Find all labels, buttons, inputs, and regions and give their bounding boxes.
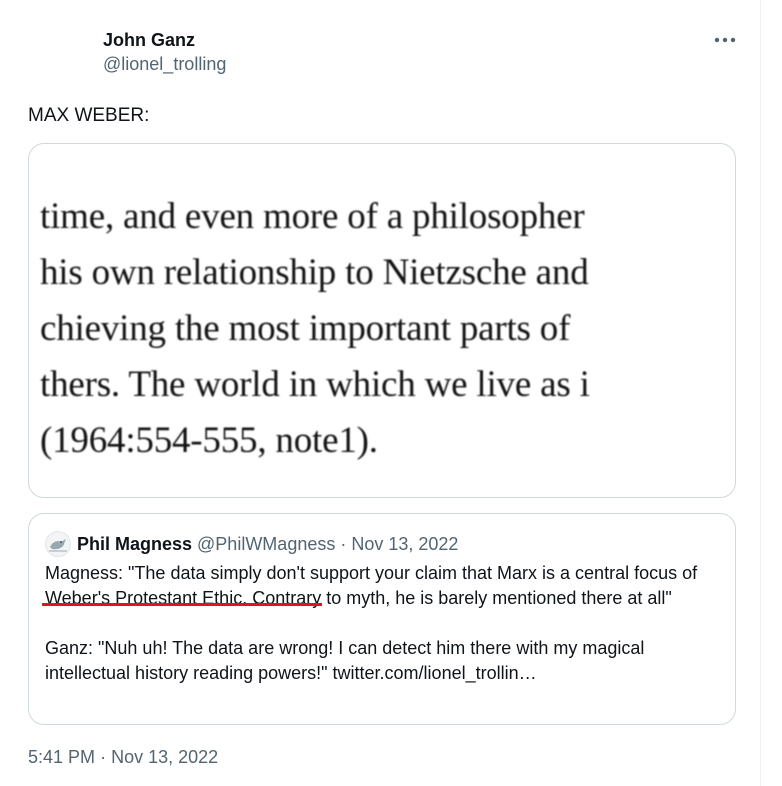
quoted-tweet[interactable]: Phil Magness @PhilWMagness · Nov 13, 202… bbox=[28, 513, 736, 725]
image-text-line: thers. The world in which we live as i bbox=[40, 364, 590, 405]
quoted-author-handle[interactable]: @PhilWMagness bbox=[197, 533, 335, 555]
author-handle[interactable]: @lionel_trolling bbox=[103, 53, 226, 75]
image-text: time, and even more of a philosopher his… bbox=[40, 189, 735, 469]
quoted-paragraph: Ganz: "Nuh uh! The data are wrong! I can… bbox=[45, 638, 645, 683]
tweet-timestamp: 5:41 PM · Nov 13, 2022 bbox=[28, 746, 218, 768]
avatar[interactable] bbox=[45, 531, 71, 557]
quoted-tweet-date[interactable]: Nov 13, 2022 bbox=[351, 533, 458, 555]
image-text-line: time, and even more of a philosopher bbox=[40, 196, 585, 237]
quoted-tweet-header: Phil Magness @PhilWMagness · Nov 13, 202… bbox=[45, 531, 458, 557]
image-text-line: chieving the most important parts of bbox=[40, 308, 571, 349]
more-horizontal-icon bbox=[714, 37, 736, 43]
quoted-author-name[interactable]: Phil Magness bbox=[77, 533, 192, 555]
column-divider bbox=[760, 0, 761, 786]
tweet: John Ganz @lionel_trolling MAX WEBER: ti… bbox=[0, 0, 760, 786]
separator: · bbox=[100, 747, 107, 767]
tweet-text: MAX WEBER: bbox=[28, 105, 150, 126]
author-name[interactable]: John Ganz bbox=[103, 29, 195, 51]
red-underline-annotation bbox=[42, 603, 322, 606]
image-text-line: (1964:554-555, note1). bbox=[40, 420, 378, 461]
more-options-button[interactable] bbox=[704, 28, 746, 52]
avatar-bird-icon bbox=[49, 539, 67, 552]
attached-image[interactable]: time, and even more of a philosopher his… bbox=[28, 143, 736, 498]
tweet-date[interactable]: Nov 13, 2022 bbox=[111, 747, 218, 767]
quoted-text: Magness: "The data simply don't support … bbox=[45, 563, 635, 583]
separator: · bbox=[340, 534, 347, 554]
quoted-tweet-body: Magness: "The data simply don't support … bbox=[45, 561, 721, 686]
image-text-line: his own relationship to Nietzsche and bbox=[40, 252, 589, 293]
tweet-time[interactable]: 5:41 PM bbox=[28, 747, 95, 767]
